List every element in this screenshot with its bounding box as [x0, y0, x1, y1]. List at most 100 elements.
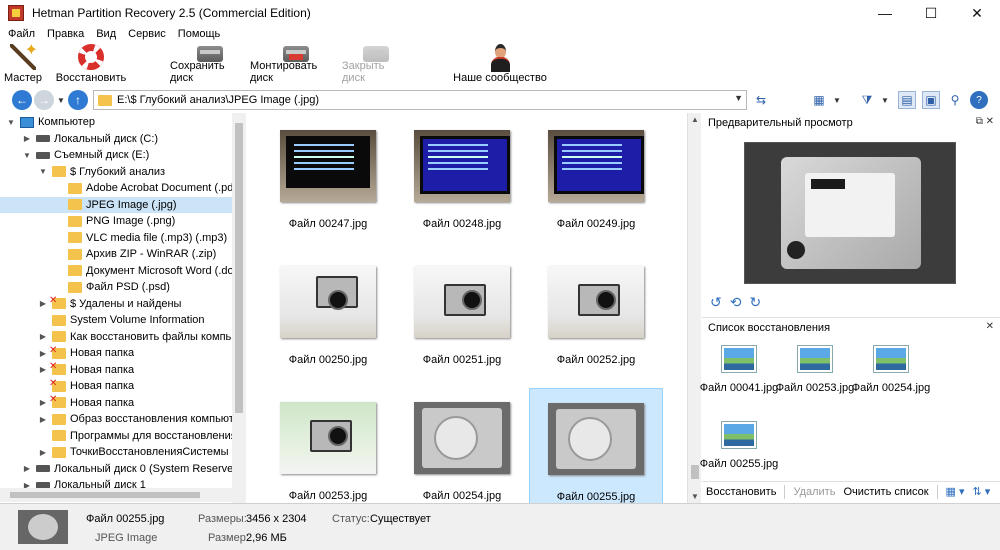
clear-list-button[interactable]: Очистить список — [839, 486, 932, 498]
grid-scrollbar[interactable]: ▲ ▼ — [687, 113, 701, 503]
search-icon[interactable]: ⚲ — [946, 91, 964, 109]
file-tile[interactable]: Файл 00254.jpg — [395, 388, 529, 503]
file-tile[interactable]: Файл 00251.jpg — [395, 252, 529, 368]
recovery-list-item[interactable]: Файл 00254.jpg — [852, 344, 930, 404]
pc-icon — [20, 116, 34, 128]
filter-dropdown[interactable]: ▼ — [876, 91, 894, 109]
tree-item[interactable]: PNG Image (.png) — [54, 213, 175, 229]
tree-item[interactable]: VLC media file (.mp3) (.mp3) — [54, 230, 227, 246]
chevron-right-icon[interactable]: ▶ — [22, 464, 32, 473]
master-button[interactable]: Мастер — [0, 40, 46, 86]
preview-toggle-icon[interactable]: ▤ — [898, 91, 916, 109]
tree-item[interactable]: Adobe Acrobat Document (.pdf) — [54, 180, 240, 196]
rotate-right-icon[interactable]: ↻ — [749, 294, 761, 311]
file-tile[interactable]: Файл 00247.jpg — [261, 116, 395, 232]
restore-button[interactable]: Восстановить — [46, 42, 136, 86]
sort-icon[interactable]: ⇅ ▾ — [969, 485, 995, 498]
chevron-right-icon[interactable]: ▶ — [38, 448, 48, 457]
delete-button[interactable]: Удалить — [789, 486, 839, 498]
tree-item[interactable]: System Volume Information — [38, 312, 205, 328]
chevron-down-icon[interactable]: ▼ — [734, 93, 743, 103]
recover-list-button[interactable]: Восстановить — [702, 486, 780, 498]
back-button[interactable]: ← — [12, 90, 32, 110]
tree-item[interactable]: ▼ Съемный диск (E:) — [22, 147, 149, 163]
recovery-list-item[interactable]: Файл 00253.jpg — [776, 344, 854, 404]
tree-item[interactable]: Программы для восстановления ко — [38, 428, 245, 444]
mount-disk-button[interactable]: Монтировать диск — [250, 42, 342, 86]
help-icon[interactable]: ? — [970, 91, 988, 109]
file-name: Файл 00249.jpg — [556, 218, 636, 230]
recovery-list-item[interactable]: Файл 00041.jpg — [700, 344, 778, 404]
tree-item[interactable]: ▼ $ Глубокий анализ — [38, 164, 165, 180]
chevron-right-icon[interactable]: ▶ — [38, 365, 48, 374]
close-icon[interactable]: ✕ — [986, 321, 994, 332]
folder-icon — [52, 331, 66, 342]
image-view-icon[interactable]: ▦ ▾ — [942, 485, 969, 498]
tree-item[interactable]: ▶ ТочкиВосстановленияСистемы — [38, 444, 229, 460]
chevron-down-icon[interactable]: ▼ — [38, 167, 48, 176]
chevron-right-icon[interactable]: ▶ — [38, 349, 48, 358]
menu-file[interactable]: Файл — [0, 28, 41, 40]
tree-horizontal-scrollbar[interactable] — [0, 488, 232, 502]
menu-view[interactable]: Вид — [90, 28, 122, 40]
view-mode-dropdown[interactable]: ▼ — [828, 91, 846, 109]
flip-icon[interactable]: ⟲ — [730, 294, 742, 311]
chevron-right-icon[interactable]: ▶ — [22, 134, 32, 143]
address-bar[interactable]: E:\$ Глубокий анализ\JPEG Image (.jpg) ▼ — [93, 90, 747, 110]
menu-service[interactable]: Сервис — [122, 28, 172, 40]
tree-item[interactable]: ▶ Как восстановить файлы компьютер — [38, 329, 245, 345]
tree-item[interactable]: ▶ Локальный диск (C:) — [22, 131, 158, 147]
chevron-down-icon[interactable]: ▼ — [22, 151, 32, 160]
chevron-right-icon[interactable]: ▶ — [38, 415, 48, 424]
tree-item[interactable]: ▶ $ Удалены и найдены — [38, 295, 182, 312]
file-tile[interactable]: Файл 00250.jpg — [261, 252, 395, 368]
menu-edit[interactable]: Правка — [41, 28, 90, 40]
folder-icon — [68, 265, 82, 276]
restore-window-icon[interactable]: ⧉ ✕ — [976, 116, 994, 127]
community-button[interactable]: Наше сообщество — [450, 42, 550, 86]
file-tile[interactable]: Файл 00253.jpg — [261, 388, 395, 503]
tree-item[interactable]: Файл PSD (.psd) — [54, 279, 170, 295]
file-name: Файл 00251.jpg — [422, 354, 502, 366]
tree-item[interactable]: Документ Microsoft Word (.docx) — [54, 263, 245, 279]
menu-help[interactable]: Помощь — [172, 28, 227, 40]
close-disk-button[interactable]: Закрыть диск — [342, 42, 410, 86]
file-tile[interactable]: Файл 00252.jpg — [529, 252, 663, 368]
file-tile[interactable]: Файл 00248.jpg — [395, 116, 529, 232]
tree-item[interactable]: ▶ Локальный диск 0 (System Reserved) — [22, 461, 243, 477]
tree-item[interactable]: ▶ Новая папка — [38, 361, 134, 378]
refresh-icon[interactable]: ⇆ — [752, 91, 770, 109]
recovery-list-item[interactable]: Файл 00255.jpg — [700, 420, 778, 480]
save-disk-button[interactable]: Сохранить диск — [170, 42, 250, 86]
forward-button[interactable]: → — [34, 90, 54, 110]
tree-item[interactable]: Архив ZIP - WinRAR (.zip) — [54, 246, 216, 262]
tree-scrollbar[interactable] — [232, 113, 246, 503]
view-mode-icon[interactable]: ▦ — [810, 91, 828, 109]
chevron-right-icon[interactable]: ▶ — [38, 332, 48, 341]
dims-value: 3456 x 2304 — [246, 513, 307, 525]
tree-item[interactable]: ▶ Образ восстановления компьютера — [38, 411, 245, 427]
tree-item[interactable]: JPEG Image (.jpg) — [0, 196, 232, 213]
tree-item[interactable]: ▶ Новая папка — [38, 345, 134, 361]
tree-item-label: Локальный диск 0 (System Reserved) — [54, 462, 244, 475]
rotate-left-icon[interactable]: ↺ — [710, 294, 722, 311]
chevron-right-icon[interactable]: ▶ — [38, 299, 48, 308]
tree-item-label: Компьютер — [38, 116, 95, 128]
history-dropdown[interactable]: ▼ — [57, 96, 65, 105]
tree-item[interactable]: ▶ Новая папка — [38, 394, 134, 411]
file-tile[interactable]: Файл 00249.jpg — [529, 116, 663, 232]
tree-item[interactable]: ▼ Компьютер — [6, 114, 95, 130]
up-button[interactable]: ↑ — [68, 90, 88, 110]
folder-icon — [68, 232, 82, 243]
save-icon[interactable]: ▣ — [922, 91, 940, 109]
filter-icon[interactable]: ⧩ — [858, 91, 876, 109]
close-button[interactable]: ✕ — [954, 0, 1000, 26]
tree-item[interactable]: Новая папка — [38, 378, 134, 394]
preview-image — [745, 143, 955, 283]
maximize-button[interactable]: ☐ — [908, 0, 954, 26]
chevron-down-icon[interactable]: ▼ — [6, 118, 16, 127]
recovery-list-title: Список восстановления — [708, 321, 831, 334]
minimize-button[interactable]: — — [862, 0, 908, 26]
chevron-right-icon[interactable]: ▶ — [38, 398, 48, 407]
file-tile[interactable]: Файл 00255.jpg — [529, 388, 663, 503]
